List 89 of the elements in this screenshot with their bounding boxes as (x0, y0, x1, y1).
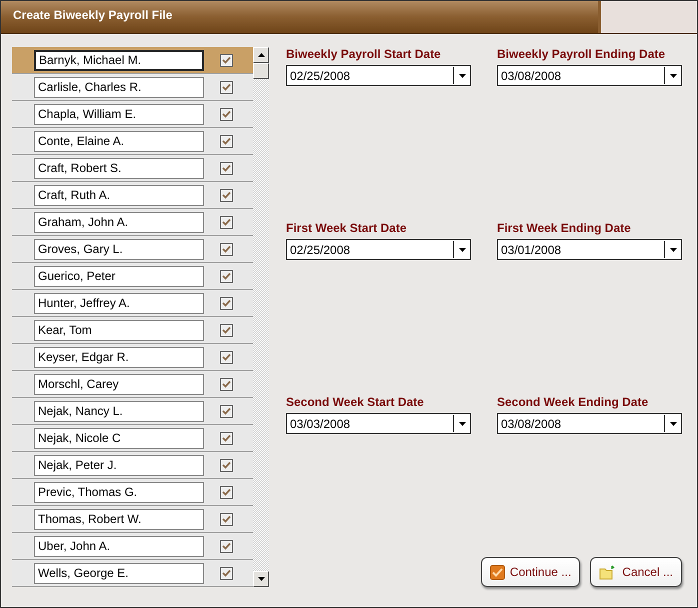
checkbox[interactable] (220, 242, 233, 256)
date-dropdown[interactable]: 02/25/2008 (286, 65, 471, 86)
date-dropdown[interactable]: 02/25/2008 (286, 239, 471, 260)
employee-name-field[interactable]: Hunter, Jeffrey A. (34, 292, 204, 314)
scroll-thumb[interactable] (253, 63, 269, 79)
date-label: Second Week Ending Date (497, 395, 650, 409)
employee-row[interactable]: Hunter, Jeffrey A. (12, 290, 253, 317)
employee-row[interactable]: Conte, Elaine A. (12, 128, 253, 155)
employee-name-field[interactable]: Uber, John A. (34, 536, 204, 556)
checkbox[interactable] (220, 162, 233, 174)
employee-row[interactable]: Keyser, Edgar R. (12, 344, 253, 371)
employee-row[interactable]: Craft, Robert S. (12, 155, 253, 182)
dropdown-arrow-icon (670, 422, 676, 426)
date-dropdown[interactable]: 03/08/2008 (497, 65, 682, 86)
employee-row[interactable]: Morschl, Carey (12, 371, 253, 398)
employee-name-field[interactable]: Thomas, Robert W. (34, 508, 204, 530)
employee-name-field[interactable]: Barnyk, Michael M. (34, 50, 204, 70)
employee-row[interactable]: Nejak, Peter J. (12, 452, 253, 479)
employee-row[interactable]: Guerico, Peter (12, 263, 253, 290)
dropdown-arrow-icon (458, 422, 466, 426)
employee-row[interactable]: Barnyk, Michael M. (12, 47, 253, 74)
checkbox[interactable] (220, 54, 233, 66)
checkbox[interactable] (220, 324, 233, 336)
employee-name-field[interactable]: Morschl, Carey (34, 374, 204, 394)
checkbox[interactable] (220, 270, 233, 282)
employee-row[interactable]: Nejak, Nancy L. (12, 398, 253, 425)
checkbox[interactable] (220, 512, 233, 526)
date-dropdown[interactable]: 03/01/2008 (497, 239, 682, 260)
employee-name-field[interactable]: Graham, John A. (34, 212, 204, 232)
employee-row[interactable]: Chapla, William E. (12, 101, 253, 128)
up-arrow-icon (258, 53, 264, 57)
checkbox[interactable] (220, 566, 233, 580)
down-arrow-icon (258, 577, 264, 581)
checkbox[interactable] (220, 486, 233, 498)
dropdown-arrow-icon (458, 248, 466, 252)
checkbox[interactable] (220, 458, 233, 472)
employee-row[interactable]: Carlisle, Charles R. (12, 74, 253, 101)
employee-name-field[interactable]: Conte, Elaine A. (34, 130, 204, 152)
checkbox[interactable] (220, 80, 233, 94)
date-label: First Week Start Date (286, 221, 408, 235)
employee-name-field[interactable]: Nejak, Peter J. (34, 454, 204, 476)
checkbox[interactable] (220, 296, 233, 310)
date-dropdown[interactable]: 03/08/2008 (497, 413, 682, 434)
cancel-button[interactable]: Cancel ... (590, 557, 682, 587)
checkbox[interactable] (220, 540, 233, 552)
checkbox[interactable] (220, 216, 233, 228)
date-label: First Week Ending Date (497, 221, 632, 235)
dropdown-arrow-icon (670, 248, 676, 252)
employee-name-field[interactable]: Craft, Ruth A. (34, 184, 204, 206)
employee-name-field[interactable]: Nejak, Nicole C (34, 428, 204, 448)
employee-row[interactable]: Kear, Tom (12, 317, 253, 344)
checkbox[interactable] (220, 404, 233, 418)
window-title: Create Biweekly Payroll File (12, 7, 174, 24)
employee-row[interactable]: Uber, John A. (12, 533, 253, 560)
scroll-up-button[interactable] (253, 47, 269, 63)
scroll-down-button[interactable] (253, 571, 269, 587)
date-label: Biweekly Payroll Ending Date (497, 47, 666, 61)
employee-row[interactable]: Nejak, Nicole C (12, 425, 253, 452)
checkbox[interactable] (220, 350, 233, 364)
employee-name-field[interactable]: Kear, Tom (34, 320, 204, 340)
employee-name-field[interactable]: Chapla, William E. (34, 104, 204, 124)
employee-row[interactable]: Thomas, Robert W. (12, 506, 253, 533)
employee-name-field[interactable]: Previc, Thomas G. (34, 482, 204, 502)
folder-icon (599, 564, 618, 580)
dropdown-arrow-icon (458, 74, 466, 78)
scrollbar[interactable] (253, 47, 269, 587)
checkbox[interactable] (220, 188, 233, 202)
employee-row[interactable]: Previc, Thomas G. (12, 479, 253, 506)
employee-name-field[interactable]: Craft, Robert S. (34, 158, 204, 178)
employee-row[interactable]: Groves, Gary L. (12, 236, 253, 263)
employee-name-field[interactable]: Groves, Gary L. (34, 238, 204, 260)
employee-name-field[interactable]: Guerico, Peter (34, 266, 204, 286)
checkbox[interactable] (220, 378, 233, 390)
employee-row[interactable]: Wells, George E. (12, 560, 253, 587)
date-label: Biweekly Payroll Start Date (286, 47, 442, 61)
checkbox[interactable] (220, 108, 233, 120)
employee-row[interactable]: Graham, John A. (12, 209, 253, 236)
employee-name-field[interactable]: Keyser, Edgar R. (34, 346, 204, 368)
dropdown-arrow-icon (670, 74, 676, 78)
checkmark-icon (490, 564, 505, 580)
employee-name-field[interactable]: Wells, George E. (34, 562, 204, 584)
employee-name-field[interactable]: Carlisle, Charles R. (34, 76, 204, 98)
continue-button[interactable]: Continue ... (480, 557, 580, 587)
checkbox[interactable] (220, 134, 233, 148)
date-label: Second Week Start Date (286, 395, 425, 409)
date-dropdown[interactable]: 03/03/2008 (286, 413, 471, 434)
checkbox[interactable] (220, 432, 233, 444)
employee-row[interactable]: Craft, Ruth A. (12, 182, 253, 209)
employee-name-field[interactable]: Nejak, Nancy L. (34, 400, 204, 422)
